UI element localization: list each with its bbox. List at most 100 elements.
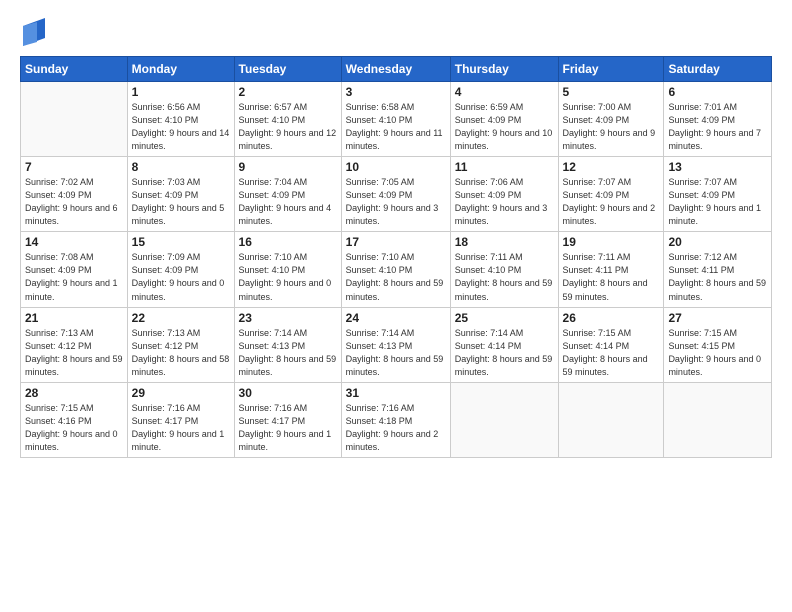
day-info: Sunrise: 7:08 AMSunset: 4:09 PMDaylight:… [25,251,123,303]
calendar-cell: 18 Sunrise: 7:11 AMSunset: 4:10 PMDayligh… [450,232,558,307]
day-info: Sunrise: 7:09 AMSunset: 4:09 PMDaylight:… [132,251,230,303]
calendar-cell: 13 Sunrise: 7:07 AMSunset: 4:09 PMDayligh… [664,157,772,232]
day-number: 23 [239,311,337,325]
day-info: Sunrise: 7:00 AMSunset: 4:09 PMDaylight:… [563,101,660,153]
day-info: Sunrise: 7:12 AMSunset: 4:11 PMDaylight:… [668,251,767,303]
day-info: Sunrise: 7:15 AMSunset: 4:16 PMDaylight:… [25,402,123,454]
header-wednesday: Wednesday [341,57,450,82]
header-thursday: Thursday [450,57,558,82]
calendar-cell [558,382,664,457]
day-number: 9 [239,160,337,174]
day-info: Sunrise: 7:03 AMSunset: 4:09 PMDaylight:… [132,176,230,228]
header-saturday: Saturday [664,57,772,82]
calendar-cell: 5 Sunrise: 7:00 AMSunset: 4:09 PMDaylight… [558,82,664,157]
day-number: 24 [346,311,446,325]
calendar-cell: 21 Sunrise: 7:13 AMSunset: 4:12 PMDayligh… [21,307,128,382]
day-number: 11 [455,160,554,174]
calendar-cell: 6Sunrise: 7:01 AMSunset: 4:09 PMDaylight… [664,82,772,157]
page: SundayMondayTuesdayWednesdayThursdayFrid… [0,0,792,612]
calendar-cell: 16 Sunrise: 7:10 AMSunset: 4:10 PMDayligh… [234,232,341,307]
day-number: 13 [668,160,767,174]
calendar-cell: 30Sunrise: 7:16 AMSunset: 4:17 PMDayligh… [234,382,341,457]
day-info: Sunrise: 7:04 AMSunset: 4:09 PMDaylight:… [239,176,337,228]
calendar-cell: 14 Sunrise: 7:08 AMSunset: 4:09 PMDayligh… [21,232,128,307]
day-number: 3 [346,85,446,99]
day-info: Sunrise: 6:57 AMSunset: 4:10 PMDaylight:… [239,101,337,153]
calendar-cell: 24 Sunrise: 7:14 AMSunset: 4:13 PMDayligh… [341,307,450,382]
day-number: 31 [346,386,446,400]
calendar-cell: 9 Sunrise: 7:04 AMSunset: 4:09 PMDaylight… [234,157,341,232]
day-number: 18 [455,235,554,249]
day-info: Sunrise: 6:56 AMSunset: 4:10 PMDaylight:… [132,101,230,153]
day-info: Sunrise: 7:10 AMSunset: 4:10 PMDaylight:… [346,251,446,303]
day-info: Sunrise: 7:13 AMSunset: 4:12 PMDaylight:… [25,327,123,379]
calendar-cell: 23 Sunrise: 7:14 AMSunset: 4:13 PMDayligh… [234,307,341,382]
day-number: 28 [25,386,123,400]
calendar-cell: 15 Sunrise: 7:09 AMSunset: 4:09 PMDayligh… [127,232,234,307]
calendar-cell: 31 Sunrise: 7:16 AMSunset: 4:18 PMDayligh… [341,382,450,457]
week-row-3: 21 Sunrise: 7:13 AMSunset: 4:12 PMDayligh… [21,307,772,382]
calendar-table: SundayMondayTuesdayWednesdayThursdayFrid… [20,56,772,458]
day-info: Sunrise: 7:11 AMSunset: 4:11 PMDaylight:… [563,251,660,303]
header-friday: Friday [558,57,664,82]
day-info: Sunrise: 7:16 AMSunset: 4:17 PMDaylight:… [239,402,337,454]
day-number: 25 [455,311,554,325]
calendar-cell: 28 Sunrise: 7:15 AMSunset: 4:16 PMDayligh… [21,382,128,457]
day-number: 2 [239,85,337,99]
logo-icon [23,18,45,46]
calendar-cell: 3Sunrise: 6:58 AMSunset: 4:10 PMDaylight… [341,82,450,157]
day-info: Sunrise: 7:06 AMSunset: 4:09 PMDaylight:… [455,176,554,228]
day-number: 7 [25,160,123,174]
day-number: 29 [132,386,230,400]
day-number: 16 [239,235,337,249]
day-number: 12 [563,160,660,174]
day-number: 5 [563,85,660,99]
calendar-cell: 4Sunrise: 6:59 AMSunset: 4:09 PMDaylight… [450,82,558,157]
day-number: 15 [132,235,230,249]
day-number: 27 [668,311,767,325]
week-row-2: 14 Sunrise: 7:08 AMSunset: 4:09 PMDayligh… [21,232,772,307]
day-info: Sunrise: 7:14 AMSunset: 4:13 PMDaylight:… [346,327,446,379]
calendar-cell: 20 Sunrise: 7:12 AMSunset: 4:11 PMDayligh… [664,232,772,307]
week-row-1: 7 Sunrise: 7:02 AMSunset: 4:09 PMDaylight… [21,157,772,232]
week-row-4: 28 Sunrise: 7:15 AMSunset: 4:16 PMDayligh… [21,382,772,457]
header-sunday: Sunday [21,57,128,82]
day-info: Sunrise: 7:14 AMSunset: 4:14 PMDaylight:… [455,327,554,379]
day-number: 17 [346,235,446,249]
calendar-cell: 26 Sunrise: 7:15 AMSunset: 4:14 PMDayligh… [558,307,664,382]
calendar-cell: 12 Sunrise: 7:07 AMSunset: 4:09 PMDayligh… [558,157,664,232]
calendar-cell: 19 Sunrise: 7:11 AMSunset: 4:11 PMDayligh… [558,232,664,307]
day-info: Sunrise: 7:15 AMSunset: 4:14 PMDaylight:… [563,327,660,379]
day-number: 14 [25,235,123,249]
calendar-cell: 8 Sunrise: 7:03 AMSunset: 4:09 PMDaylight… [127,157,234,232]
day-info: Sunrise: 7:02 AMSunset: 4:09 PMDaylight:… [25,176,123,228]
day-info: Sunrise: 7:13 AMSunset: 4:12 PMDaylight:… [132,327,230,379]
calendar-cell: 27Sunrise: 7:15 AMSunset: 4:15 PMDayligh… [664,307,772,382]
day-info: Sunrise: 7:07 AMSunset: 4:09 PMDaylight:… [668,176,767,228]
header-tuesday: Tuesday [234,57,341,82]
day-info: Sunrise: 7:11 AMSunset: 4:10 PMDaylight:… [455,251,554,303]
calendar-cell: 1Sunrise: 6:56 AMSunset: 4:10 PMDaylight… [127,82,234,157]
day-number: 4 [455,85,554,99]
calendar-cell [664,382,772,457]
day-number: 26 [563,311,660,325]
week-row-0: 1Sunrise: 6:56 AMSunset: 4:10 PMDaylight… [21,82,772,157]
calendar-cell [450,382,558,457]
day-number: 21 [25,311,123,325]
calendar-cell: 25 Sunrise: 7:14 AMSunset: 4:14 PMDayligh… [450,307,558,382]
day-info: Sunrise: 7:10 AMSunset: 4:10 PMDaylight:… [239,251,337,303]
header [20,18,772,46]
day-number: 8 [132,160,230,174]
day-number: 19 [563,235,660,249]
calendar-cell: 2 Sunrise: 6:57 AMSunset: 4:10 PMDaylight… [234,82,341,157]
day-info: Sunrise: 7:16 AMSunset: 4:18 PMDaylight:… [346,402,446,454]
day-info: Sunrise: 7:05 AMSunset: 4:09 PMDaylight:… [346,176,446,228]
day-number: 22 [132,311,230,325]
day-info: Sunrise: 7:07 AMSunset: 4:09 PMDaylight:… [563,176,660,228]
calendar-cell: 17 Sunrise: 7:10 AMSunset: 4:10 PMDayligh… [341,232,450,307]
day-info: Sunrise: 7:14 AMSunset: 4:13 PMDaylight:… [239,327,337,379]
day-number: 10 [346,160,446,174]
header-monday: Monday [127,57,234,82]
calendar-cell: 11 Sunrise: 7:06 AMSunset: 4:09 PMDayligh… [450,157,558,232]
day-number: 20 [668,235,767,249]
